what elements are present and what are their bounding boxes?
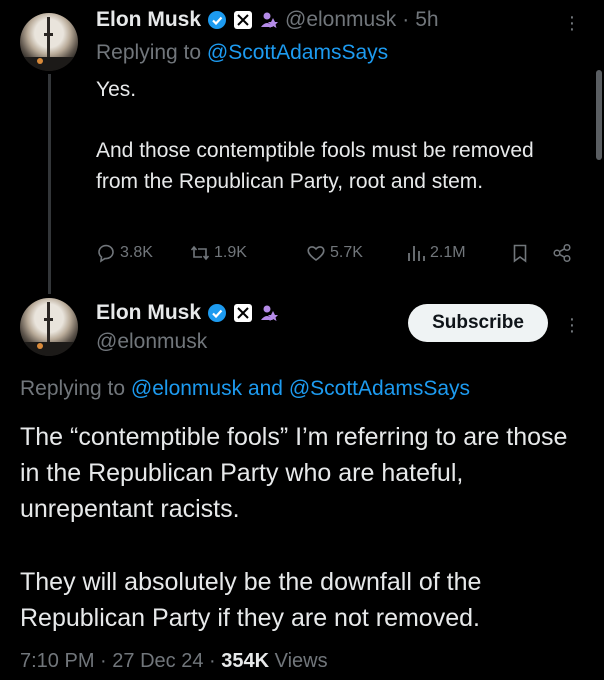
separator: · — [402, 8, 410, 31]
share-icon — [553, 243, 571, 263]
verified-badge-icon — [207, 10, 227, 30]
repost-button[interactable]: 1.9K — [190, 243, 247, 263]
like-count: 5.7K — [330, 244, 363, 261]
reply-header: Elon Musk @elonmusk · 5h — [96, 8, 439, 32]
views-count: 354K — [221, 650, 270, 672]
replying-to: Replying to @elonmusk and @ScottAdamsSay… — [20, 377, 470, 401]
government-badge-icon — [259, 10, 279, 30]
author-handle[interactable]: @elonmusk — [96, 330, 207, 354]
separator: · — [209, 650, 216, 672]
x-affiliate-icon — [233, 10, 253, 30]
replying-to-link[interactable]: @elonmusk — [131, 377, 242, 400]
reply-count: 3.8K — [120, 244, 153, 261]
more-options-icon[interactable]: · · · — [566, 309, 578, 341]
views-button[interactable]: 2.1M — [406, 243, 466, 263]
more-options-icon[interactable]: · · · — [566, 7, 578, 39]
replying-to: Replying to @ScottAdamsSays — [96, 41, 388, 65]
replying-prefix: Replying to — [96, 41, 202, 64]
repost-icon — [190, 245, 210, 261]
verified-badge-icon — [207, 303, 227, 323]
avatar[interactable] — [20, 13, 78, 71]
author-name[interactable]: Elon Musk — [96, 8, 201, 32]
bookmark-button[interactable] — [510, 243, 530, 263]
tweet-time[interactable]: 7:10 PM — [20, 650, 94, 672]
tweet-date[interactable]: 27 Dec 24 — [112, 650, 203, 672]
thread-line — [48, 74, 51, 294]
main-header: Elon Musk — [96, 301, 279, 325]
timestamp[interactable]: 5h — [415, 8, 438, 32]
views-icon — [408, 246, 425, 261]
x-affiliate-icon — [233, 303, 253, 323]
government-badge-icon — [259, 303, 279, 323]
reply-button[interactable]: 3.8K — [96, 243, 153, 263]
subscribe-button[interactable]: Subscribe — [408, 304, 548, 342]
heart-icon — [307, 246, 325, 261]
replying-to-link[interactable]: @ScottAdamsSays — [289, 377, 470, 400]
replying-to-link[interactable]: @ScottAdamsSays — [207, 41, 388, 64]
avatar[interactable] — [20, 298, 78, 356]
reply-text-para2: And those contemptible fools must be rem… — [96, 139, 534, 193]
author-name[interactable]: Elon Musk — [96, 301, 201, 325]
replying-and: and — [247, 377, 283, 400]
views-count: 2.1M — [430, 244, 466, 261]
share-button[interactable] — [552, 243, 572, 263]
replying-prefix: Replying to — [20, 377, 126, 400]
bookmark-icon — [513, 244, 527, 263]
views-label: Views — [274, 650, 328, 672]
tweet-text-para1: The “contemptible fools” I’m referring t… — [20, 423, 568, 523]
tweet-meta: 7:10 PM · 27 Dec 24 · 354K Views — [20, 650, 328, 673]
repost-count: 1.9K — [214, 244, 247, 261]
like-button[interactable]: 5.7K — [306, 243, 363, 263]
reply-text-line1: Yes. — [96, 78, 137, 101]
reply-icon — [98, 244, 114, 263]
tweet-text-para2: They will absolutely be the downfall of … — [20, 568, 482, 632]
separator: · — [100, 650, 107, 672]
author-handle[interactable]: @elonmusk — [285, 8, 396, 32]
scrollbar[interactable] — [596, 70, 602, 160]
